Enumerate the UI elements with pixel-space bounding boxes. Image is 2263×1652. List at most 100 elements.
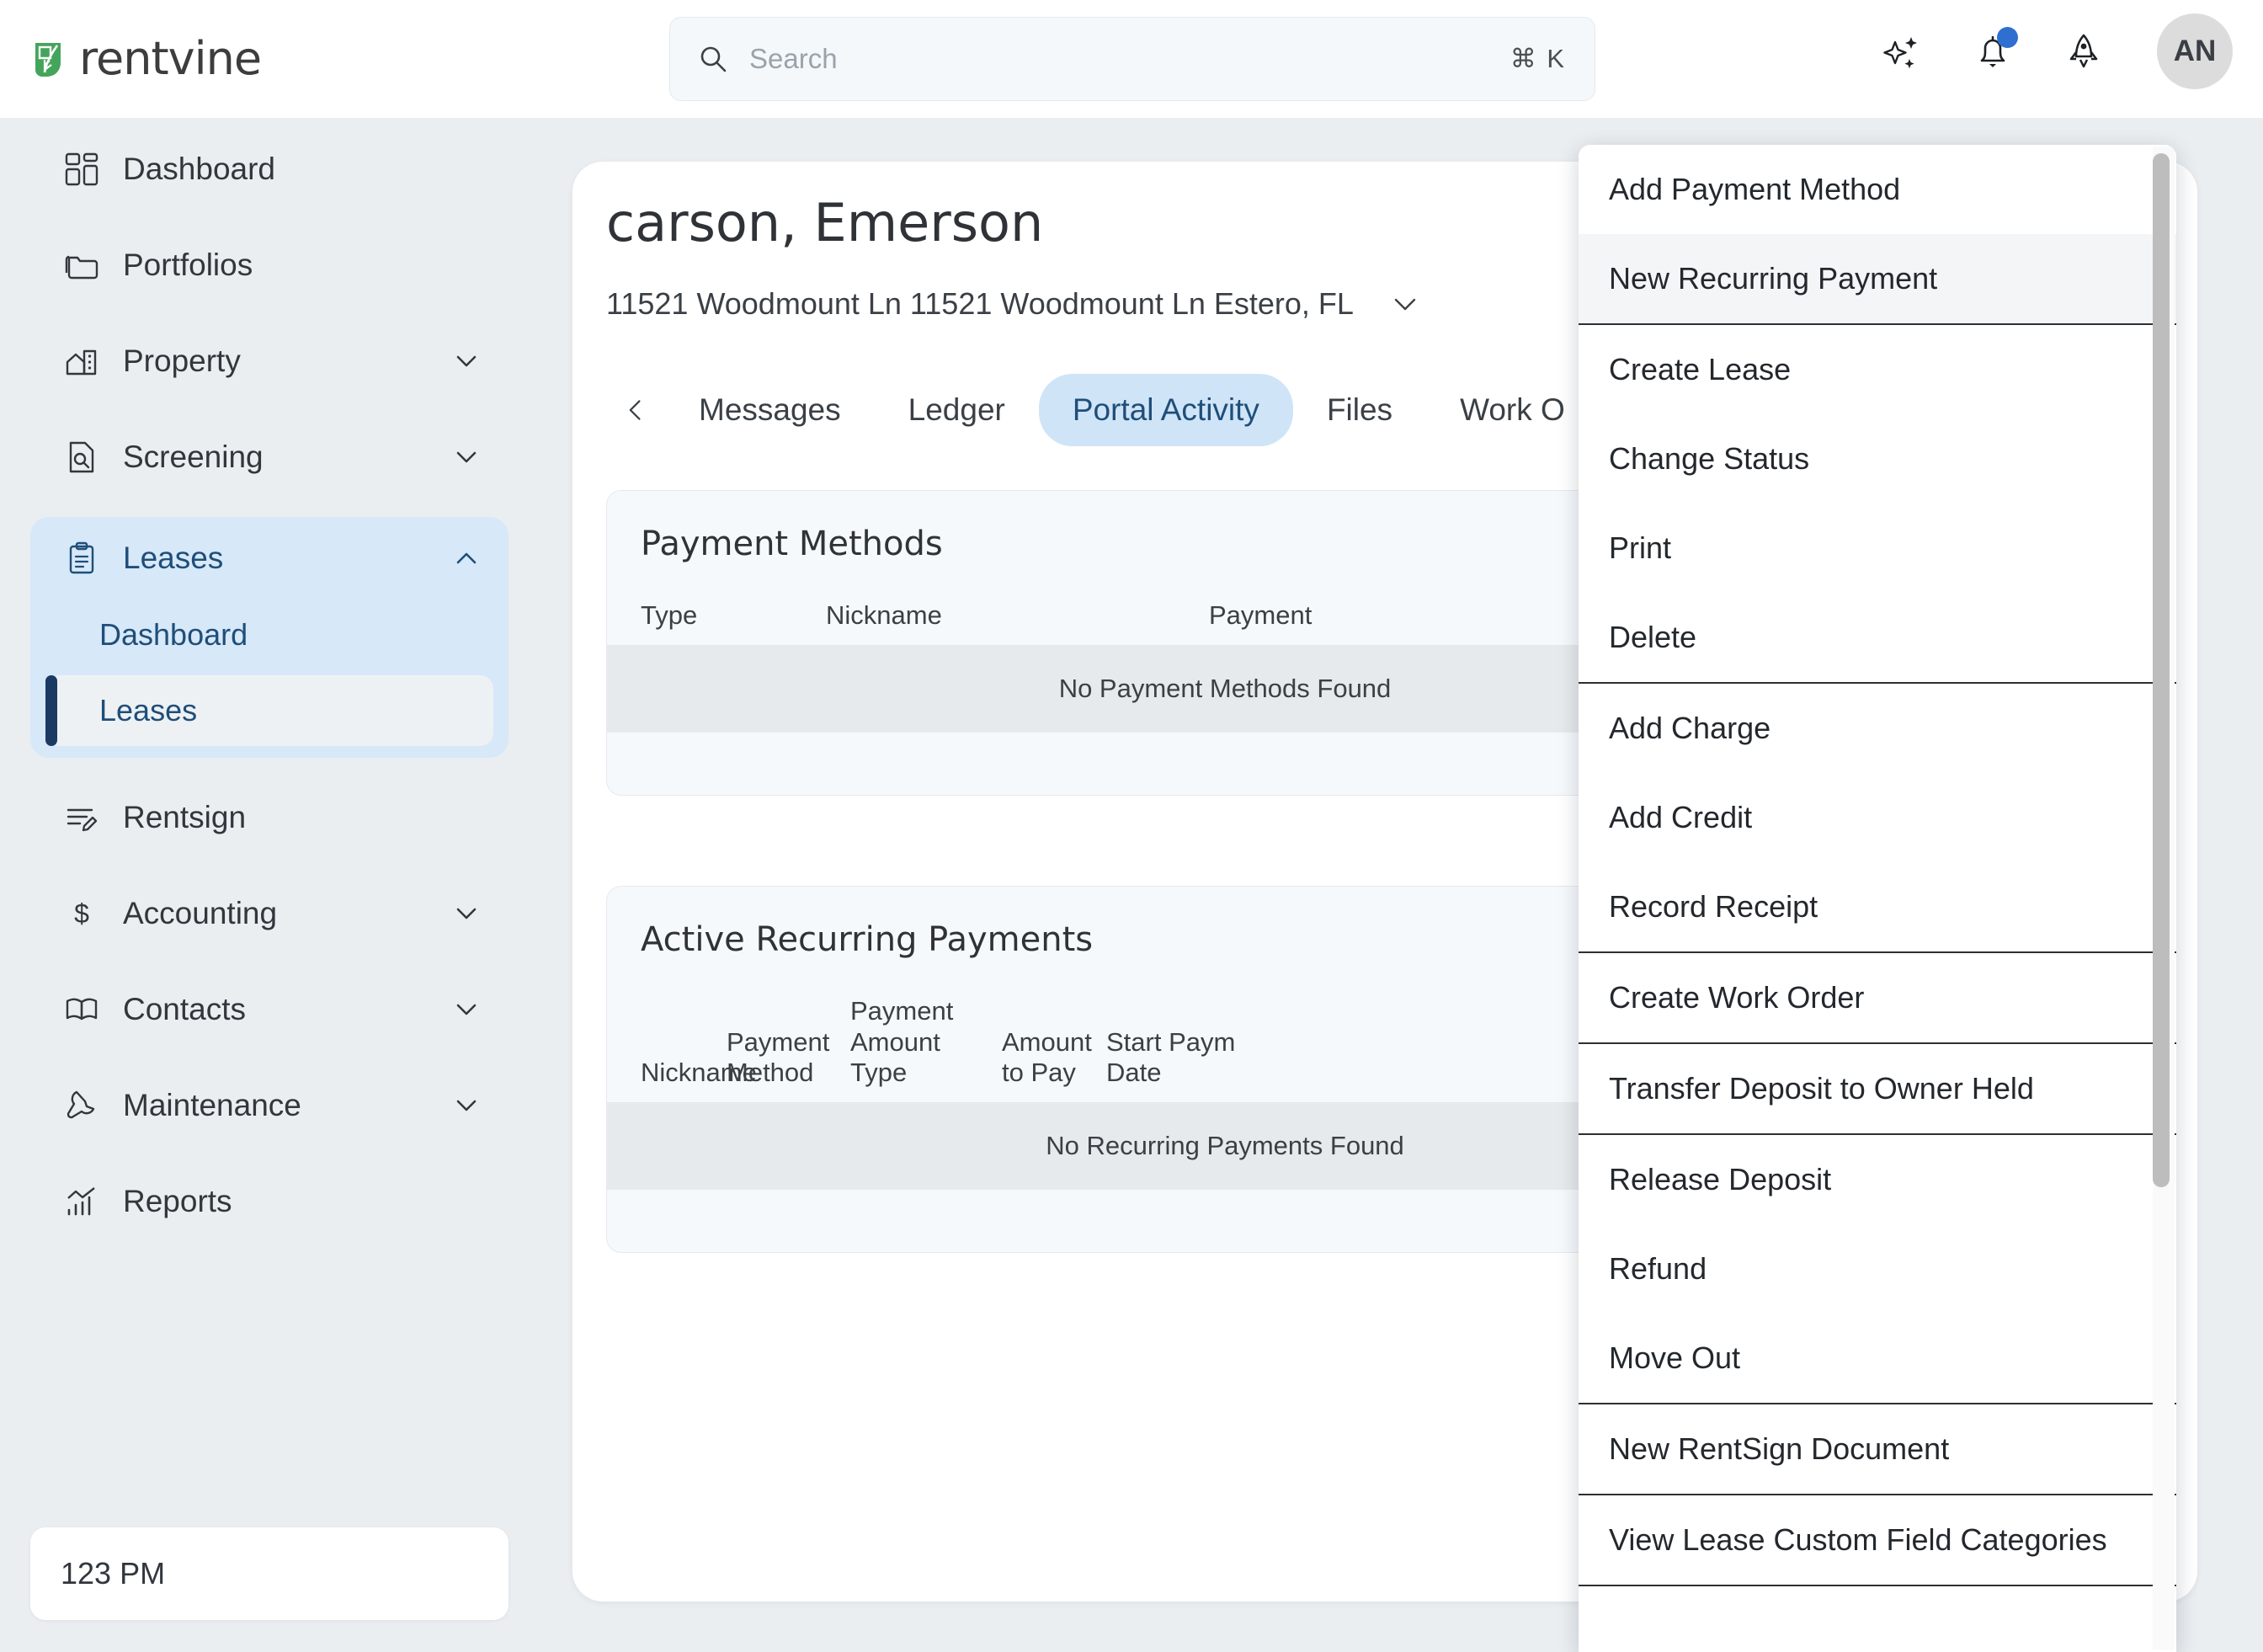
column-header-payment-amount-type: Payment Amount Type — [850, 996, 954, 1088]
menu-item-move-out[interactable]: Move Out — [1579, 1314, 2176, 1403]
menu-item-transfer-deposit-to-owner-held[interactable]: Transfer Deposit to Owner Held — [1579, 1044, 2176, 1133]
tabs-scroll-left-icon[interactable] — [606, 397, 665, 423]
avatar[interactable]: AN — [2157, 13, 2233, 89]
leaf-icon — [32, 38, 71, 80]
menu-item-add-credit[interactable]: Add Credit — [1579, 773, 2176, 862]
building-icon — [64, 344, 99, 379]
sparkles-icon[interactable] — [1879, 29, 1925, 74]
chevron-up-icon[interactable] — [453, 545, 480, 572]
book-icon — [64, 992, 99, 1027]
tab-portal-activity[interactable]: Portal Activity — [1038, 374, 1293, 446]
wrench-icon — [64, 1088, 99, 1123]
lease-actions-menu: Add Payment Method New Recurring Payment… — [1579, 145, 2176, 1652]
page-title: carson, Emerson — [606, 192, 1044, 253]
tab-messages[interactable]: Messages — [665, 374, 875, 446]
menu-item-add-payment-method[interactable]: Add Payment Method — [1579, 145, 2176, 234]
top-bar: rentvine Search ⌘ K AN — [0, 0, 2263, 118]
rocket-icon[interactable] — [2061, 29, 2106, 74]
document-search-icon — [64, 440, 99, 475]
search-input[interactable]: Search — [749, 43, 1510, 75]
address-row[interactable]: 11521 Woodmount Ln 11521 Woodmount Ln Es… — [606, 286, 1419, 322]
sidebar-item-accounting[interactable]: $ Accounting — [30, 877, 509, 950]
dollar-icon: $ — [64, 896, 99, 931]
sidebar-item-contacts[interactable]: Contacts — [30, 973, 509, 1046]
sidebar-group-leases: Leases Dashboard Leases — [30, 517, 509, 758]
search-icon — [699, 45, 727, 73]
clock-time: 123 PM — [61, 1556, 166, 1591]
menu-scrollbar-track[interactable] — [2153, 147, 2175, 1650]
search-bar[interactable]: Search ⌘ K — [669, 17, 1595, 101]
sidebar-item-rentsign[interactable]: Rentsign — [30, 781, 509, 854]
empty-state-text: No Recurring Payments Found — [1046, 1130, 1404, 1160]
search-shortcut-hint: ⌘ K — [1510, 44, 1566, 73]
menu-divider — [1579, 1585, 2176, 1586]
menu-item-create-work-order[interactable]: Create Work Order — [1579, 953, 2176, 1042]
column-header-payment: Payment — [1209, 600, 1313, 630]
menu-item-create-lease[interactable]: Create Lease — [1579, 325, 2176, 414]
bell-icon[interactable] — [1970, 27, 2018, 74]
empty-state-text: No Payment Methods Found — [1058, 673, 1392, 703]
sidebar-item-label: Property — [123, 344, 241, 378]
sidebar-subitem-label: Leases — [99, 693, 198, 727]
sidebar-item-label: Screening — [123, 440, 264, 474]
app-root: rentvine Search ⌘ K AN Dashboard Portfol… — [0, 0, 2263, 1652]
column-header-payment-method: Payment Method — [727, 1026, 830, 1088]
tab-ledger[interactable]: Ledger — [875, 374, 1039, 446]
sidebar-subitem-leases[interactable]: Leases — [45, 675, 493, 746]
clock-widget: 123 PM — [30, 1527, 509, 1620]
menu-item-add-charge[interactable]: Add Charge — [1579, 684, 2176, 773]
menu-item-new-recurring-payment[interactable]: New Recurring Payment — [1579, 234, 2176, 323]
dashboard-icon — [64, 152, 99, 187]
menu-scrollbar-thumb[interactable] — [2153, 153, 2170, 1187]
sidebar-item-portfolios[interactable]: Portfolios — [30, 229, 509, 301]
chart-icon — [64, 1184, 99, 1219]
column-header-type: Type — [641, 600, 698, 630]
sidebar-item-dashboard[interactable]: Dashboard — [30, 133, 509, 205]
chevron-down-icon[interactable] — [453, 900, 480, 927]
chevron-down-icon[interactable] — [453, 348, 480, 375]
sidebar-item-label: Accounting — [123, 896, 278, 930]
menu-item-delete[interactable]: Delete — [1579, 593, 2176, 682]
sidebar-item-property[interactable]: Property — [30, 325, 509, 397]
menu-item-new-rentsign-document[interactable]: New RentSign Document — [1579, 1404, 2176, 1494]
tab-files[interactable]: Files — [1293, 374, 1426, 446]
folder-icon — [64, 248, 99, 283]
sidebar-item-label: Portfolios — [123, 248, 253, 282]
menu-item-view-lease-custom-field-categories[interactable]: View Lease Custom Field Categories — [1579, 1495, 2176, 1585]
menu-item-record-receipt[interactable]: Record Receipt — [1579, 862, 2176, 951]
chevron-down-icon[interactable] — [1391, 290, 1419, 318]
chevron-down-icon[interactable] — [453, 1092, 480, 1119]
brand-name: rentvine — [79, 32, 262, 85]
signature-icon — [64, 800, 99, 835]
sidebar-item-reports[interactable]: Reports — [30, 1165, 509, 1238]
tab-work-orders[interactable]: Work O — [1426, 374, 1599, 446]
menu-item-release-deposit[interactable]: Release Deposit — [1579, 1135, 2176, 1224]
sidebar-item-screening[interactable]: Screening — [30, 421, 509, 493]
address-text: 11521 Woodmount Ln 11521 Woodmount Ln Es… — [606, 286, 1354, 321]
menu-item-refund[interactable]: Refund — [1579, 1224, 2176, 1314]
menu-list: Add Payment Method New Recurring Payment… — [1579, 145, 2176, 1586]
chevron-down-icon[interactable] — [453, 996, 480, 1023]
menu-item-print[interactable]: Print — [1579, 504, 2176, 593]
sidebar-subitem-label: Dashboard — [99, 617, 248, 652]
tab-bar: Messages Ledger Portal Activity Files Wo… — [606, 374, 1599, 446]
sidebar-item-label: Maintenance — [123, 1088, 301, 1122]
brand-logo[interactable]: rentvine — [32, 32, 262, 85]
sidebar-item-leases[interactable]: Leases — [30, 522, 509, 594]
column-header-amount-to-pay: Amount to Pay — [1002, 1026, 1092, 1088]
sidebar-item-label: Contacts — [123, 992, 247, 1026]
sidebar-item-label: Dashboard — [123, 152, 276, 186]
menu-item-change-status[interactable]: Change Status — [1579, 414, 2176, 504]
sidebar-item-label: Reports — [123, 1184, 232, 1218]
sidebar-subitem-dashboard[interactable]: Dashboard — [45, 600, 493, 670]
chevron-down-icon[interactable] — [453, 444, 480, 471]
sidebar-item-maintenance[interactable]: Maintenance — [30, 1069, 509, 1142]
sidebar-item-label: Rentsign — [123, 800, 247, 834]
